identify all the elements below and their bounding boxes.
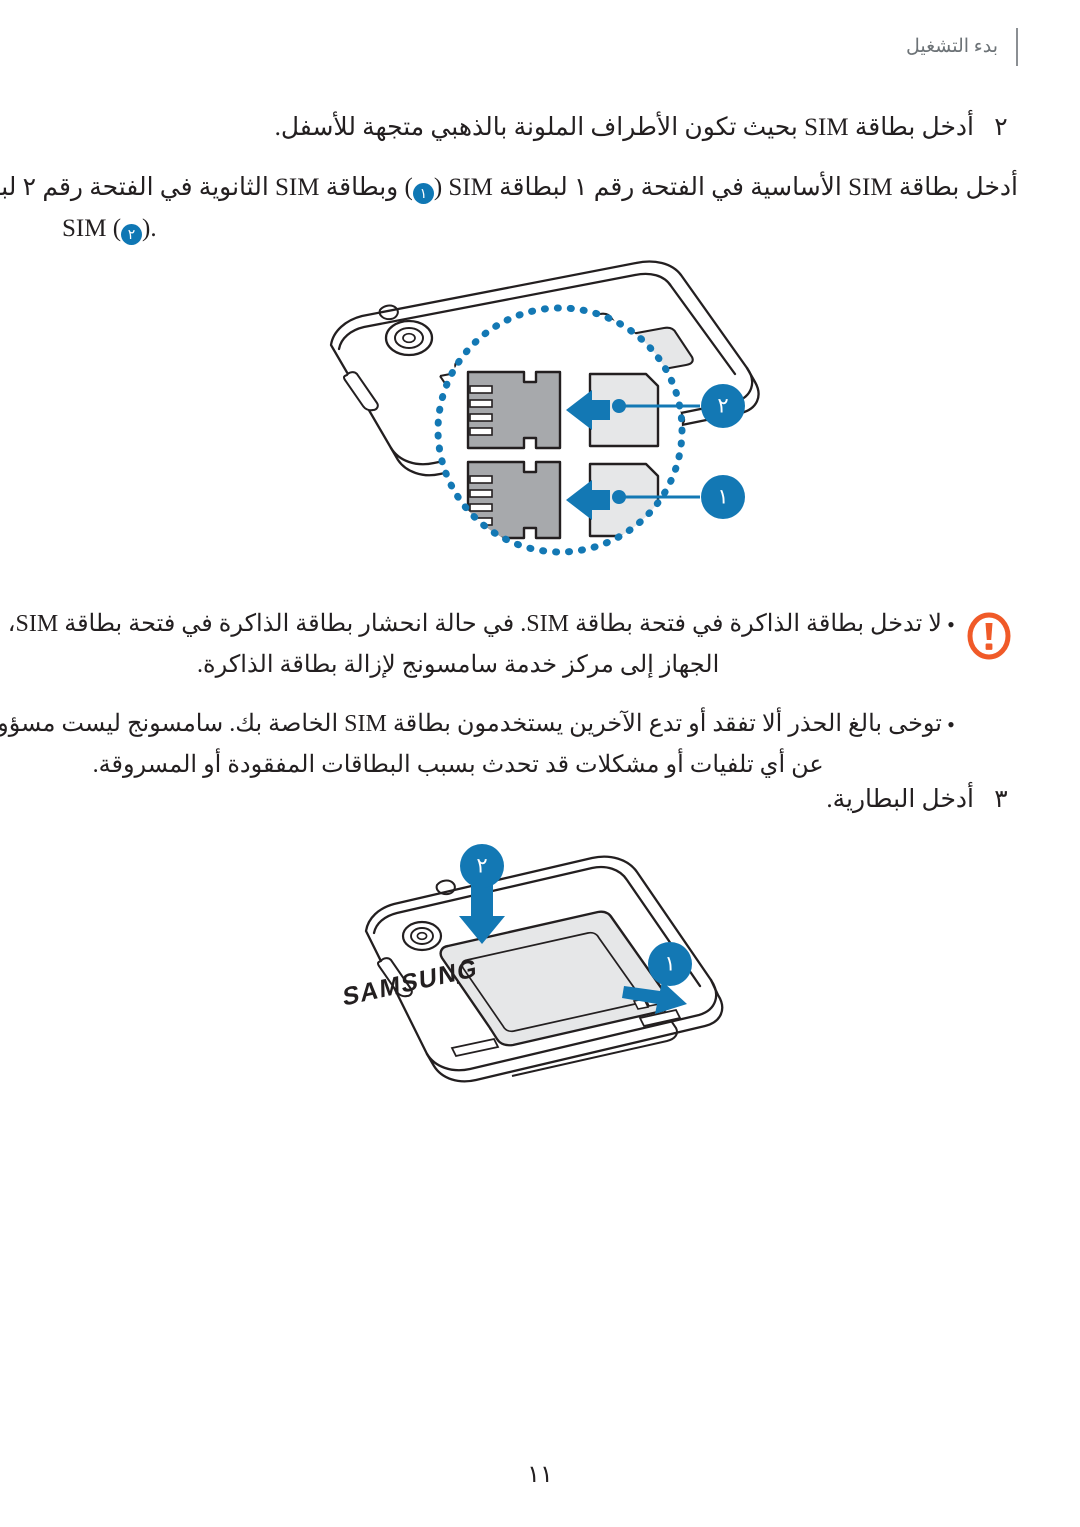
sim-callout-2-label: ٢ <box>717 395 728 418</box>
sim-magnifier-detail <box>434 304 686 556</box>
magnified-tray-upper <box>466 370 562 450</box>
note-bullet-2: • <box>947 712 955 737</box>
page-number: ١١ <box>527 1462 553 1488</box>
sim-insertion-figure: ٢ ١ <box>0 250 1080 590</box>
camera-lens-icon <box>384 319 434 357</box>
paragraph-text-d: ). <box>142 215 157 242</box>
inline-badge-1: ١ <box>412 183 434 204</box>
note-text-2: توخى بالغ الحذر ألا تفقد أو تدع الآخرين … <box>0 704 942 786</box>
paragraph-text-c: SIM ( <box>62 215 122 242</box>
sim-slot-paragraph: أدخل بطاقة SIM الأساسية في الفتحة رقم ١ … <box>0 167 1018 249</box>
sim-slot-paragraph-line-1: أدخل بطاقة SIM الأساسية في الفتحة رقم ١ … <box>0 167 1018 208</box>
step-item-3: ٣ أدخل البطارية. <box>826 782 1018 818</box>
note-bullet-1: • <box>947 612 955 637</box>
battery-callout-2-group: ٢ <box>460 844 504 888</box>
sim-slot-paragraph-line-2: SIM (٢). <box>62 208 1018 249</box>
warning-note-block: • لا تدخل بطاقة الذاكرة في فتحة بطاقة SI… <box>0 604 1018 804</box>
warning-icon-wrapper <box>960 604 1018 660</box>
note-1-line-2: الجهاز إلى مركز خدمة سامسونج لإزالة بطاق… <box>197 652 720 678</box>
note-2-line-2: عن أي تلفيات أو مشكلات قد تحدث بسبب البط… <box>92 752 824 778</box>
phone-camera-icon <box>401 920 443 952</box>
step-number-3: ٣ <box>994 786 1008 813</box>
step-item-2: ٢ أدخل بطاقة SIM بحيث تكون الأطراف الملو… <box>275 110 1018 146</box>
paragraph-text-a: أدخل بطاقة SIM الأساسية في الفتحة رقم ١ … <box>433 174 1018 201</box>
battery-insertion-figure: SAMSUNG ٢ ١ <box>0 838 1080 1088</box>
warning-note-item-2: • توخى بالغ الحذر ألا تفقد أو تدع الآخري… <box>0 704 960 786</box>
page-content: ٢ أدخل بطاقة SIM بحيث تكون الأطراف الملو… <box>0 0 1080 1527</box>
warning-note-list: • لا تدخل بطاقة الذاكرة في فتحة بطاقة SI… <box>0 604 960 804</box>
note-1-line-1: لا تدخل بطاقة الذاكرة في فتحة بطاقة SIM.… <box>0 611 942 637</box>
inline-badge-2: ٢ <box>121 224 143 245</box>
step-text-3: أدخل البطارية. <box>826 786 974 813</box>
note-text-1: لا تدخل بطاقة الذاكرة في فتحة بطاقة SIM.… <box>0 604 942 686</box>
paragraph-text-b: ) وبطاقة SIM الثانوية في الفتحة رقم ٢ لب… <box>0 174 413 201</box>
battery-callout-1-label: ١ <box>664 953 675 976</box>
battery-callout-2-label: ٢ <box>476 855 487 878</box>
step-number-2: ٢ <box>994 114 1008 141</box>
battery-callout-1-group: ١ <box>648 942 692 986</box>
battery-insertion-illustration: SAMSUNG ٢ ١ <box>342 844 724 1083</box>
sim-callout-1-label: ١ <box>717 486 728 509</box>
warning-note-item-1: • لا تدخل بطاقة الذاكرة في فتحة بطاقة SI… <box>0 604 960 686</box>
note-2-line-1: توخى بالغ الحذر ألا تفقد أو تدع الآخرين … <box>0 711 942 737</box>
warning-exclamation-icon <box>967 612 1011 660</box>
sim-insertion-illustration: ٢ ١ <box>329 260 760 556</box>
step-text-2: أدخل بطاقة SIM بحيث تكون الأطراف الملونة… <box>274 114 974 141</box>
